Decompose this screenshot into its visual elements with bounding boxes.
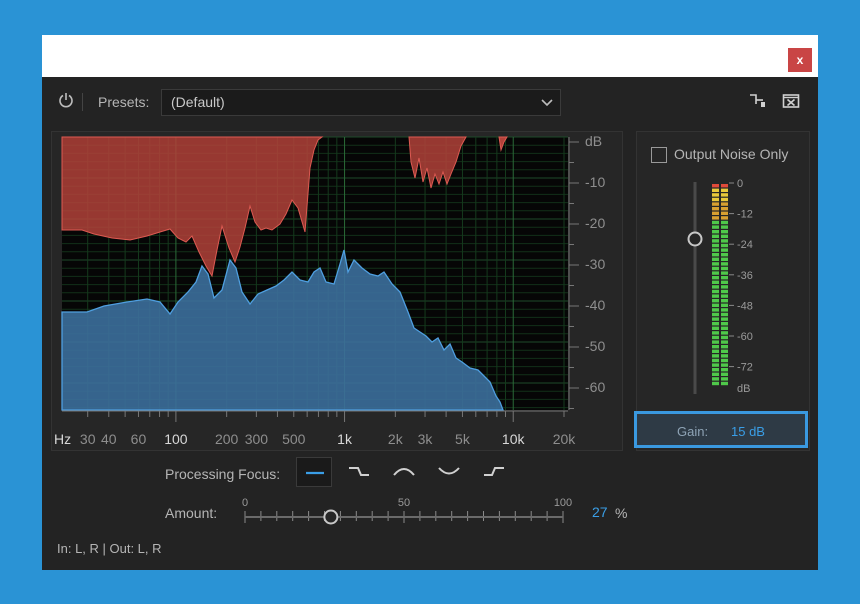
gain-value[interactable]: 15 dB bbox=[731, 424, 765, 439]
output-level-meter: 0 -12 -24 -36 -48 -60 -72 dB bbox=[687, 178, 753, 395]
spectrum-graph-panel[interactable]: dB -10 -20 -30 -40 -50 -60 Hz 30 40 60 100 200 300 50… bbox=[51, 131, 623, 451]
focus-mid-frequencies-button[interactable] bbox=[386, 457, 422, 487]
db-unit-label: dB bbox=[585, 133, 602, 149]
close-button[interactable]: x bbox=[788, 48, 812, 72]
freq-tick-label: 2k bbox=[388, 431, 404, 447]
presets-dropdown[interactable]: (Default) bbox=[161, 89, 561, 116]
amount-scale-label: 0 bbox=[242, 497, 248, 509]
chevron-down-icon bbox=[541, 99, 553, 107]
freq-tick-label: 1k bbox=[337, 431, 353, 447]
amount-slider[interactable]: 0 50 100 bbox=[235, 495, 575, 531]
amount-scale: 0 50 100 bbox=[242, 497, 572, 523]
amount-scale-label: 100 bbox=[554, 497, 572, 509]
freq-tick-label: 20k bbox=[553, 431, 577, 447]
db-tick-label: -40 bbox=[585, 297, 605, 313]
output-noise-only-label: Output Noise Only bbox=[674, 146, 789, 162]
output-noise-only-checkbox[interactable] bbox=[651, 147, 667, 163]
spectrum-graph[interactable]: dB -10 -20 -30 -40 -50 -60 Hz 30 40 60 100 200 300 50… bbox=[52, 132, 622, 450]
noise-reduction-window: x Presets: (Default) dB -10 -20 -30 -40 … bbox=[42, 35, 818, 570]
freq-tick-label: 300 bbox=[245, 431, 269, 447]
db-tick-label: -20 bbox=[585, 215, 605, 231]
flat-line-icon bbox=[306, 471, 324, 475]
gain-field[interactable]: Gain: 15 dB bbox=[634, 411, 808, 448]
meter-scale-label: -24 bbox=[737, 239, 753, 251]
amount-value[interactable]: 27 bbox=[592, 504, 608, 520]
power-icon[interactable] bbox=[58, 92, 74, 108]
level-meter-bars bbox=[712, 184, 728, 386]
channel-routing-status: In: L, R | Out: L, R bbox=[57, 541, 162, 556]
amount-unit: % bbox=[615, 505, 628, 521]
freq-tick-label: 60 bbox=[131, 431, 147, 447]
high-focus-icon bbox=[484, 467, 504, 476]
db-tick-label: -30 bbox=[585, 256, 605, 272]
freq-tick-label: 10k bbox=[502, 431, 526, 447]
db-tick-label: -60 bbox=[585, 379, 605, 395]
mid-focus-icon bbox=[393, 468, 415, 476]
focus-high-frequencies-button[interactable] bbox=[476, 457, 512, 487]
meter-scale-label: 0 bbox=[737, 178, 743, 190]
presets-label: Presets: bbox=[98, 94, 150, 110]
meter-scale-label: -36 bbox=[737, 270, 753, 282]
meter-scale-label: -12 bbox=[737, 209, 753, 221]
gain-label: Gain: bbox=[677, 424, 709, 439]
focus-low-frequencies-button[interactable] bbox=[341, 457, 377, 487]
toolbar-separator bbox=[82, 93, 83, 111]
freq-tick-label: 40 bbox=[101, 431, 117, 447]
processing-focus-label: Processing Focus: bbox=[165, 466, 281, 482]
meter-scale-label: dB bbox=[737, 383, 750, 395]
presets-value: (Default) bbox=[171, 94, 225, 110]
db-tick-label: -50 bbox=[585, 338, 605, 354]
output-panel: Output Noise Only 0 -12 -24 -36 -48 -60 -72 dB bbox=[636, 131, 810, 451]
toolbar: Presets: (Default) bbox=[42, 85, 818, 119]
meter-scale-label: -72 bbox=[737, 362, 753, 374]
title-bar: x bbox=[42, 35, 818, 77]
delete-preset-icon[interactable] bbox=[782, 92, 800, 110]
gain-slider-handle[interactable] bbox=[687, 231, 703, 247]
save-preset-icon[interactable] bbox=[748, 92, 766, 110]
freq-tick-label: 500 bbox=[282, 431, 306, 447]
level-meter-scale: 0 -12 -24 -36 -48 -60 -72 dB bbox=[729, 178, 753, 395]
notch-focus-icon bbox=[438, 467, 460, 475]
focus-low-high-frequencies-button[interactable] bbox=[431, 457, 467, 487]
meter-scale-label: -48 bbox=[737, 300, 753, 312]
focus-all-frequencies-button[interactable] bbox=[296, 457, 332, 487]
freq-tick-label: 3k bbox=[418, 431, 434, 447]
freq-tick-label: 200 bbox=[215, 431, 239, 447]
amount-slider-handle[interactable] bbox=[323, 509, 339, 525]
freq-tick-label: 100 bbox=[164, 431, 188, 447]
freq-tick-label: 5k bbox=[455, 431, 471, 447]
freq-tick-label: 30 bbox=[80, 431, 96, 447]
db-tick-label: -10 bbox=[585, 174, 605, 190]
freq-unit-label: Hz bbox=[54, 431, 71, 447]
amount-label: Amount: bbox=[165, 505, 218, 521]
amount-scale-label: 50 bbox=[398, 497, 410, 509]
meter-scale-label: -60 bbox=[737, 331, 753, 343]
low-focus-icon bbox=[349, 467, 369, 476]
